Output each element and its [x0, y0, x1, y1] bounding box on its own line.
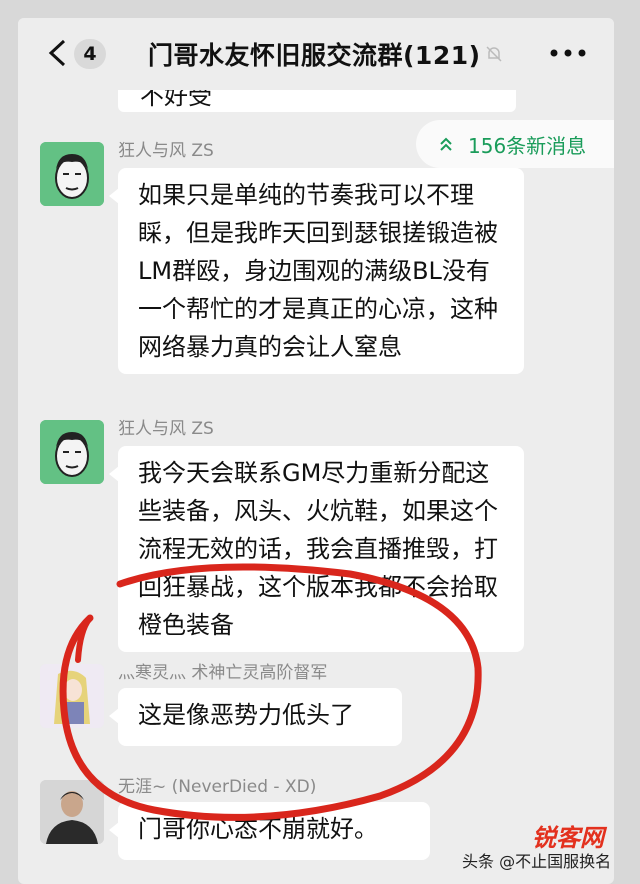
partial-message-text: 不好受	[140, 90, 212, 110]
face-avatar-icon	[40, 420, 104, 484]
unread-count-badge[interactable]: 4	[74, 39, 106, 69]
avatar[interactable]	[40, 142, 104, 206]
group-title: 门哥水友怀旧服交流群(121)	[148, 41, 481, 70]
avatar[interactable]	[40, 420, 104, 484]
mute-bell-icon	[486, 46, 502, 62]
back-arrow-icon[interactable]	[44, 38, 72, 68]
new-messages-label: 156条新消息	[468, 133, 587, 158]
sender-name: 狂人与风 ZS	[118, 419, 214, 439]
red-annotation-circle	[59, 563, 482, 821]
message-bubble-partial: 不好受	[118, 90, 516, 112]
face-avatar-icon	[40, 142, 104, 206]
phone-screen: 4 门哥水友怀旧服交流群(121) 不好受 156条新消息 狂人与风 ZS 如果…	[18, 18, 614, 884]
watermark-caption: 头条 @不止国服换名	[462, 852, 612, 871]
double-chevron-up-icon	[440, 137, 452, 151]
sender-name: 狂人与风 ZS	[118, 141, 214, 161]
message-text: 如果只是单纯的节奏我可以不理睬，但是我昨天回到瑟银搓锻造被LM群殴，身边围观的满…	[138, 181, 498, 361]
message-bubble[interactable]: 如果只是单纯的节奏我可以不理睬，但是我昨天回到瑟银搓锻造被LM群殴，身边围观的满…	[109, 168, 524, 374]
new-messages-pill[interactable]: 156条新消息	[416, 120, 614, 168]
more-options-icon[interactable]	[548, 46, 588, 60]
chat-header: 4 门哥水友怀旧服交流群(121)	[18, 18, 614, 90]
